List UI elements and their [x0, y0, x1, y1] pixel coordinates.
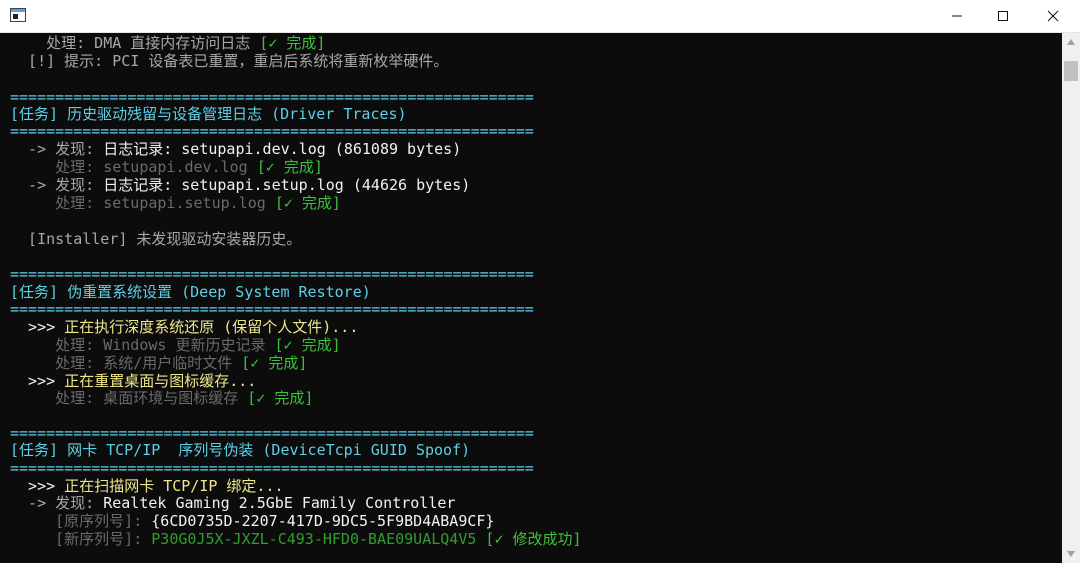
task-heading: [任务] 历史驱动残留与设备管理日志 (Driver Traces) — [10, 105, 407, 123]
task-heading: [任务] 网卡 TCP/IP 序列号伪装 (DeviceTcpi GUID Sp… — [10, 441, 471, 459]
title-bar[interactable] — [0, 0, 1080, 33]
chevron-down-icon — [1067, 551, 1075, 557]
minimize-icon — [952, 15, 962, 17]
separator-line: ========================================… — [10, 265, 534, 283]
console-output[interactable]: 处理: DMA 直接内存访问日志 [✓ 完成] [!] 提示: PCI 设备表已… — [0, 33, 1062, 563]
vertical-scrollbar[interactable] — [1062, 33, 1080, 563]
console-line: >>> 正在扫描网卡 TCP/IP 绑定... — [10, 477, 284, 495]
console-line: 处理: setupapi.setup.log [✓ 完成] — [10, 194, 341, 212]
separator-line: ========================================… — [10, 300, 534, 318]
console-line: >>> 正在重置桌面与图标缓存... — [10, 372, 257, 390]
console-line: 处理: setupapi.dev.log [✓ 完成] — [10, 158, 323, 176]
maximize-icon — [998, 11, 1008, 21]
console-window: 处理: DMA 直接内存访问日志 [✓ 完成] [!] 提示: PCI 设备表已… — [0, 0, 1080, 563]
separator-line: ========================================… — [10, 88, 534, 106]
close-button[interactable] — [1026, 0, 1080, 32]
minimize-button[interactable] — [934, 0, 980, 32]
task-heading: [任务] 伪重置系统设置 (Deep System Restore) — [10, 283, 371, 301]
scroll-down-button[interactable] — [1062, 545, 1080, 563]
console-line: [新序列号]: P30G0J5X-JXZL-C493-HFD0-BAE09UAL… — [10, 530, 582, 548]
separator-line: ========================================… — [10, 424, 534, 442]
separator-line: ========================================… — [10, 459, 534, 477]
console-line: 处理: 系统/用户临时文件 [✓ 完成] — [10, 354, 308, 372]
console-line: 处理: 桌面环境与图标缓存 [✓ 完成] — [10, 389, 314, 407]
scroll-thumb[interactable] — [1064, 61, 1078, 81]
console-line: [原序列号]: {6CD0735D-2207-417D-9DC5-5F9BD4A… — [10, 512, 495, 530]
chevron-up-icon — [1067, 39, 1075, 45]
console-line: 处理: DMA 直接内存访问日志 [✓ 完成] — [10, 34, 326, 52]
console-line: -> 发现: 日志记录: setupapi.dev.log (861089 by… — [10, 140, 462, 158]
close-icon — [1047, 10, 1059, 22]
console-line: >>> 正在执行深度系统还原 (保留个人文件)... — [10, 318, 359, 336]
scroll-up-button[interactable] — [1062, 33, 1080, 51]
console-line: -> 发现: 日志记录: setupapi.setup.log (44626 b… — [10, 176, 471, 194]
separator-line: ========================================… — [10, 122, 534, 140]
console-window-icon — [10, 8, 26, 22]
maximize-button[interactable] — [980, 0, 1026, 32]
console-line: [!] 提示: PCI 设备表已重置，重启后系统将重新枚举硬件。 — [10, 52, 449, 70]
console-line: [Installer] 未发现驱动安装器历史。 — [10, 230, 302, 248]
console-line: 处理: Windows 更新历史记录 [✓ 完成] — [10, 336, 341, 354]
console-line: -> 发现: Realtek Gaming 2.5GbE Family Cont… — [10, 494, 456, 512]
